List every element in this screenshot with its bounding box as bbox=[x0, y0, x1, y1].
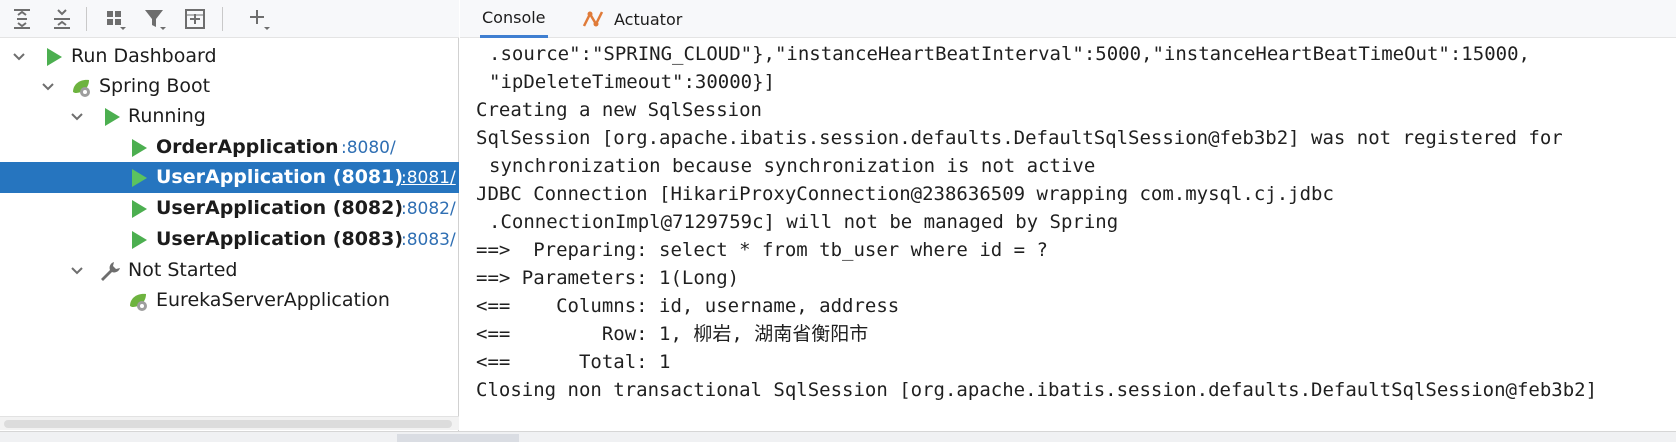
tree-node-label: Run Dashboard bbox=[71, 45, 217, 67]
tree-node-user-application-8081[interactable]: UserApplication (8081) :8081/ bbox=[0, 162, 459, 193]
console-line: JDBC Connection [HikariProxyConnection@2… bbox=[476, 183, 1334, 205]
collapse-all-icon bbox=[54, 9, 70, 29]
console-line: "ipDeleteTimeout":30000}] bbox=[489, 71, 775, 93]
tab-label: Console bbox=[482, 8, 546, 27]
service-tabs: Console Actuator bbox=[460, 0, 1676, 38]
horizontal-scrollbar[interactable] bbox=[0, 416, 459, 430]
tree-node-user-application-8083[interactable]: UserApplication (8083) :8083/ bbox=[0, 224, 459, 255]
run-icon bbox=[132, 231, 147, 249]
expand-all-icon bbox=[14, 9, 30, 29]
tree-node-label: Spring Boot bbox=[99, 75, 211, 97]
tree-node-run-dashboard[interactable]: Run Dashboard bbox=[0, 41, 459, 72]
tree-node-running[interactable]: Running bbox=[0, 101, 459, 132]
console-line: .ConnectionImpl@7129759c] will not be ma… bbox=[489, 211, 1119, 233]
application-name: OrderApplication bbox=[156, 136, 339, 158]
application-name: UserApplication (8082) bbox=[156, 197, 404, 219]
group-button[interactable] bbox=[100, 4, 130, 34]
tree-node-label: Not Started bbox=[128, 259, 238, 281]
console-line: synchronization because synchronization … bbox=[489, 155, 1096, 177]
tab-actuator[interactable]: Actuator bbox=[582, 0, 682, 38]
run-icon bbox=[132, 200, 147, 218]
console-line: Closing non transactional SqlSession [or… bbox=[476, 379, 1598, 401]
bottom-tool-window-bar bbox=[0, 431, 1676, 442]
filter-button[interactable] bbox=[140, 4, 170, 34]
console-line: <== Row: 1, 柳岩, 湖南省衡阳市 bbox=[476, 323, 869, 345]
chevron-down-icon[interactable] bbox=[68, 262, 86, 280]
port-link[interactable]: :8083/ bbox=[401, 230, 456, 250]
toolbar-separator bbox=[86, 7, 87, 31]
console-line: <== Columns: id, username, address bbox=[476, 295, 900, 317]
chevron-down-icon[interactable] bbox=[68, 108, 86, 126]
actuator-icon bbox=[582, 11, 604, 27]
spring-boot-icon bbox=[73, 79, 90, 97]
scrollbar-thumb[interactable] bbox=[4, 420, 452, 428]
tab-console[interactable]: Console bbox=[480, 0, 548, 38]
console-line: .source":"SPRING_CLOUD"},"instanceHeartB… bbox=[489, 43, 1530, 65]
run-icon bbox=[105, 108, 120, 126]
tree-node-order-application[interactable]: OrderApplication :8080/ bbox=[0, 132, 459, 163]
filter-icon bbox=[145, 10, 166, 30]
application-name: UserApplication (8083) bbox=[156, 228, 404, 250]
group-icon bbox=[107, 11, 126, 30]
tree-node-user-application-8082[interactable]: UserApplication (8082) :8082/ bbox=[0, 193, 459, 224]
tab-label: Actuator bbox=[614, 9, 683, 29]
bottom-tab-run-dashboard[interactable] bbox=[397, 434, 519, 442]
tree-node-eureka-server-application[interactable]: EurekaServerApplication bbox=[0, 285, 459, 316]
wrench-icon bbox=[101, 262, 120, 281]
collapse-all-button[interactable] bbox=[47, 4, 77, 34]
chevron-down-icon[interactable] bbox=[10, 48, 28, 66]
run-dashboard-panel: Run Dashboard Spring Boot Running OrderA… bbox=[0, 0, 459, 442]
dashboard-toolbar bbox=[0, 0, 459, 38]
add-button[interactable] bbox=[244, 4, 274, 34]
port-link[interactable]: :8081/ bbox=[401, 168, 456, 188]
console-line: Creating a new SqlSession bbox=[476, 99, 762, 121]
tree-node-not-started[interactable]: Not Started bbox=[0, 255, 459, 286]
run-icon bbox=[132, 169, 147, 187]
console-line: SqlSession [org.apache.ibatis.session.de… bbox=[476, 127, 1563, 149]
add-configuration-button[interactable] bbox=[180, 4, 210, 34]
application-name: UserApplication (8081) bbox=[156, 166, 404, 188]
run-icon bbox=[132, 139, 147, 157]
toolbar-separator bbox=[222, 7, 223, 31]
port-link[interactable]: :8080/ bbox=[341, 138, 396, 158]
tree-node-label: Running bbox=[128, 105, 206, 127]
expand-all-button[interactable] bbox=[7, 4, 37, 34]
console-output[interactable]: .source":"SPRING_CLOUD"},"instanceHeartB… bbox=[460, 39, 1676, 431]
add-config-icon bbox=[185, 9, 205, 29]
run-icon bbox=[47, 48, 62, 66]
application-name: EurekaServerApplication bbox=[156, 289, 390, 311]
console-line: ==> Parameters: 1(Long) bbox=[476, 267, 740, 289]
console-line: <== Total: 1 bbox=[476, 351, 671, 373]
spring-boot-icon bbox=[130, 293, 147, 311]
tree-node-spring-boot[interactable]: Spring Boot bbox=[0, 71, 459, 102]
chevron-down-icon[interactable] bbox=[39, 78, 57, 96]
console-line: ==> Preparing: select * from tb_user whe… bbox=[476, 239, 1048, 261]
port-link[interactable]: :8082/ bbox=[401, 199, 456, 219]
add-icon bbox=[250, 10, 270, 30]
